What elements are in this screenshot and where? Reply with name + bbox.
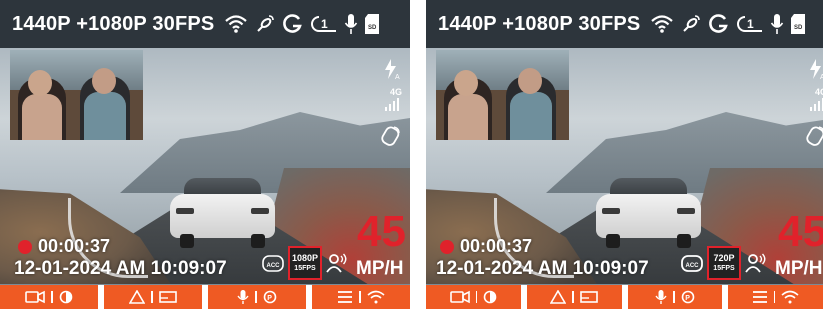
svg-text:A: A (395, 74, 400, 80)
vehicle-ahead (170, 178, 275, 250)
vehicle-ahead (596, 178, 701, 250)
status-bar: 1440P +1080P 30FPS 1 SD (0, 0, 410, 48)
sd-card-icon: SD (364, 13, 380, 35)
recording-indicator: 00:00:37 (18, 236, 110, 257)
network-type-label: 4G (814, 87, 823, 97)
svg-text:SD: SD (368, 25, 377, 31)
cabin-camera-pip[interactable] (10, 50, 143, 140)
microphone-icon (237, 289, 249, 305)
camera-icon (449, 290, 470, 304)
mic-parking-button[interactable]: P (208, 285, 306, 309)
speed-unit: MP/H (775, 258, 823, 279)
cloud-link-icon (380, 124, 402, 148)
status-bar: 1440P +1080P 30FPS 1 SD (426, 0, 823, 48)
dashcam-screen-right: 1440P +1080P 30FPS 1 SD A 4 00:00:37 12-… (426, 0, 823, 309)
svg-text:1: 1 (321, 17, 328, 31)
menu-icon (337, 290, 353, 304)
microphone-icon (344, 13, 358, 35)
network-type-label: 4G (389, 87, 402, 97)
wifi-icon (367, 290, 385, 304)
cloud-link-icon (805, 124, 823, 148)
speed-unit: MP/H (356, 258, 404, 279)
record-dot-icon (18, 239, 32, 254)
date-time-stamp: 12-01-2024 AM 10:09:07 (436, 258, 649, 279)
camera-switch-parking-button[interactable] (0, 285, 98, 309)
wifi-icon (781, 290, 799, 304)
status-icons: ACC 720P 15FPS (681, 246, 767, 280)
wifi-icon (224, 14, 248, 34)
svg-text:P: P (267, 295, 272, 302)
svg-text:ACC: ACC (686, 263, 700, 269)
date-time-stamp: 12-01-2024 AM 10:09:07 (14, 258, 227, 279)
mic-parking-button[interactable]: P (627, 285, 723, 309)
voice-control-icon (745, 252, 767, 274)
signal-bars-icon: 4G (384, 88, 402, 116)
svg-text:P: P (685, 295, 690, 302)
gps-signal-icon (680, 13, 702, 35)
parking-p-icon: P (263, 290, 277, 304)
recording-time: 00:00:37 (460, 236, 533, 256)
menu-icon (752, 290, 768, 304)
dashcam-screen-left: 1440P +1080P 30FPS 1 SD A 4G 00:00:37 12… (0, 0, 410, 309)
no-flash-icon: A (807, 58, 823, 80)
sd-card-icon: SD (790, 13, 806, 35)
no-flash-icon: A (382, 58, 402, 80)
svg-text:ACC: ACC (267, 263, 281, 269)
acc-parking-icon: ACC (681, 253, 703, 273)
resolution-badge[interactable]: 1080P 15FPS (288, 246, 322, 280)
wifi-icon (650, 14, 674, 34)
recording-time: 00:00:37 (38, 236, 111, 256)
camera-switch-parking-button[interactable] (426, 285, 521, 309)
loop-recording-icon: 1 (310, 13, 338, 35)
menu-wifi-button[interactable] (728, 285, 823, 309)
acc-parking-icon: ACC (262, 253, 284, 273)
control-button-bar: P (0, 285, 410, 309)
emergency-triangle-icon (129, 290, 146, 304)
microphone-icon (655, 289, 667, 305)
emergency-screen-button[interactable] (104, 285, 202, 309)
screen-off-icon (580, 290, 598, 304)
camera-icon (25, 290, 46, 304)
loop-recording-icon: 1 (736, 13, 764, 35)
voice-control-icon (326, 252, 348, 274)
resolution-label: 1440P +1080P 30FPS (12, 12, 215, 35)
svg-text:SD: SD (794, 25, 803, 31)
side-indicators: A 4G (380, 58, 402, 148)
microphone-icon (770, 13, 784, 35)
menu-wifi-button[interactable] (312, 285, 410, 309)
resolution-badge[interactable]: 720P 15FPS (707, 246, 741, 280)
speed-value: 45 (357, 207, 406, 256)
parking-mode-icon (483, 290, 497, 304)
gps-signal-icon (254, 13, 276, 35)
record-dot-icon (440, 239, 454, 254)
g-sensor-icon (282, 13, 304, 35)
cabin-camera-pip[interactable] (436, 50, 569, 140)
svg-text:1: 1 (747, 17, 754, 31)
emergency-screen-button[interactable] (526, 285, 622, 309)
status-icons: ACC 1080P 15FPS (262, 246, 348, 280)
parking-mode-icon (59, 290, 73, 304)
resolution-label: 1440P +1080P 30FPS (438, 12, 641, 35)
control-button-bar: P (426, 285, 823, 309)
signal-bars-icon: 4G (809, 88, 823, 116)
parking-p-icon: P (681, 290, 695, 304)
emergency-triangle-icon (550, 290, 567, 304)
recording-indicator: 00:00:37 (440, 236, 532, 257)
g-sensor-icon (708, 13, 730, 35)
screen-off-icon (158, 290, 177, 304)
side-indicators: A 4G (805, 58, 823, 148)
speed-value: 45 (778, 207, 823, 256)
